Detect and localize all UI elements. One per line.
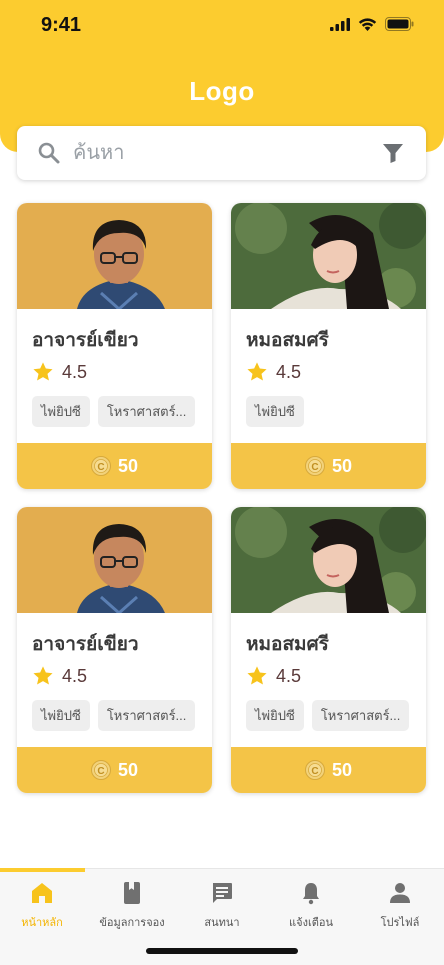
app-logo: Logo (189, 76, 255, 106)
advisor-name: อาจารย์เขียว (32, 330, 139, 351)
signal-icon (330, 17, 350, 31)
filter-icon[interactable] (382, 142, 404, 164)
advisor-name: อาจารย์เขียว (32, 634, 139, 655)
tag: ไพ่ยิปซี (246, 396, 304, 427)
active-tab-indicator (0, 868, 85, 872)
tag: ไพ่ยิปซี (32, 700, 90, 731)
price-value: 50 (117, 455, 139, 476)
price-value: 50 (331, 759, 353, 780)
tab-profile[interactable]: โปรไฟล์ (355, 879, 444, 931)
coin-icon: C (90, 760, 111, 780)
star-icon (33, 666, 53, 685)
advisor-photo (17, 507, 212, 613)
price-bar: C 50 (231, 747, 426, 793)
rating-value: 4.5 (276, 665, 302, 686)
tab-booking[interactable]: ข้อมูลการจอง (87, 879, 177, 931)
tag-list: ไพ่ยิปซี โหราศาสตร์... (246, 700, 410, 731)
coin-icon: C (90, 456, 111, 476)
person-icon (390, 883, 410, 903)
status-icons (330, 17, 414, 31)
advisor-card[interactable]: อาจารย์เขียว 4.5 ไพ่ยิปซี โหราศาสตร์... … (17, 507, 212, 793)
svg-text:C: C (97, 766, 104, 777)
coin-icon: C (304, 760, 325, 780)
advisor-card[interactable]: หมอสมศรี 4.5 ไพ่ยิปซี โหราศาสตร์... C 50 (231, 507, 426, 793)
chat-icon (213, 883, 232, 903)
svg-text:C: C (311, 462, 318, 473)
tag: ไพ่ยิปซี (246, 700, 304, 731)
rating: 4.5 (32, 361, 87, 383)
advisor-card[interactable]: อาจารย์เขียว 4.5 ไพ่ยิปซี โหราศาสตร์... … (17, 203, 212, 489)
search-icon (37, 141, 61, 165)
tab-label: ข้อมูลการจอง (99, 917, 165, 929)
star-icon (33, 362, 53, 381)
tag: ไพ่ยิปซี (32, 396, 90, 427)
advisor-photo (231, 507, 426, 613)
svg-text:C: C (311, 766, 318, 777)
battery-icon (385, 17, 414, 31)
price-bar: C 50 (17, 747, 212, 793)
search-input[interactable] (71, 140, 375, 166)
coin-icon: C (304, 456, 325, 476)
price-value: 50 (117, 759, 139, 780)
tab-label: โปรไฟล์ (380, 917, 420, 929)
wifi-icon (358, 18, 377, 31)
rating: 4.5 (32, 665, 87, 687)
tab-label: สนทนา (204, 917, 240, 929)
price-bar: C 50 (231, 443, 426, 489)
star-icon (247, 362, 267, 381)
tag: โหราศาสตร์... (97, 396, 196, 427)
tag-list: ไพ่ยิปซี โหราศาสตร์... (32, 396, 196, 427)
rating-value: 4.5 (62, 665, 88, 686)
tag: โหราศาสตร์... (311, 700, 410, 731)
home-icon (32, 883, 52, 903)
advisor-photo (231, 203, 426, 309)
advisor-name: หมอสมศรี (246, 330, 329, 351)
tab-label: แจ้งเตือน (289, 917, 333, 929)
rating-value: 4.5 (276, 361, 302, 382)
bell-icon (303, 883, 319, 905)
book-icon (124, 882, 140, 904)
tag-list: ไพ่ยิปซี (246, 396, 304, 427)
tab-label: หน้าหลัก (21, 917, 63, 929)
star-icon (247, 666, 267, 685)
home-indicator (146, 948, 298, 954)
tag-list: ไพ่ยิปซี โหราศาสตร์... (32, 700, 196, 731)
tag: โหราศาสตร์... (97, 700, 196, 731)
advisor-card[interactable]: หมอสมศรี 4.5 ไพ่ยิปซี C 50 (231, 203, 426, 489)
search-bar (17, 126, 426, 180)
advisor-name: หมอสมศรี (246, 634, 329, 655)
advisor-photo (17, 203, 212, 309)
status-time: 9:41 (41, 14, 82, 36)
price-bar: C 50 (17, 443, 212, 489)
price-value: 50 (331, 455, 353, 476)
tab-home[interactable]: หน้าหลัก (0, 879, 87, 931)
tab-notifications[interactable]: แจ้งเตือน (266, 879, 356, 931)
status-bar: 9:41 (0, 0, 444, 52)
svg-text:C: C (97, 462, 104, 473)
rating: 4.5 (246, 361, 301, 383)
tab-chat[interactable]: สนทนา (177, 879, 267, 931)
rating-value: 4.5 (62, 361, 88, 382)
rating: 4.5 (246, 665, 301, 687)
